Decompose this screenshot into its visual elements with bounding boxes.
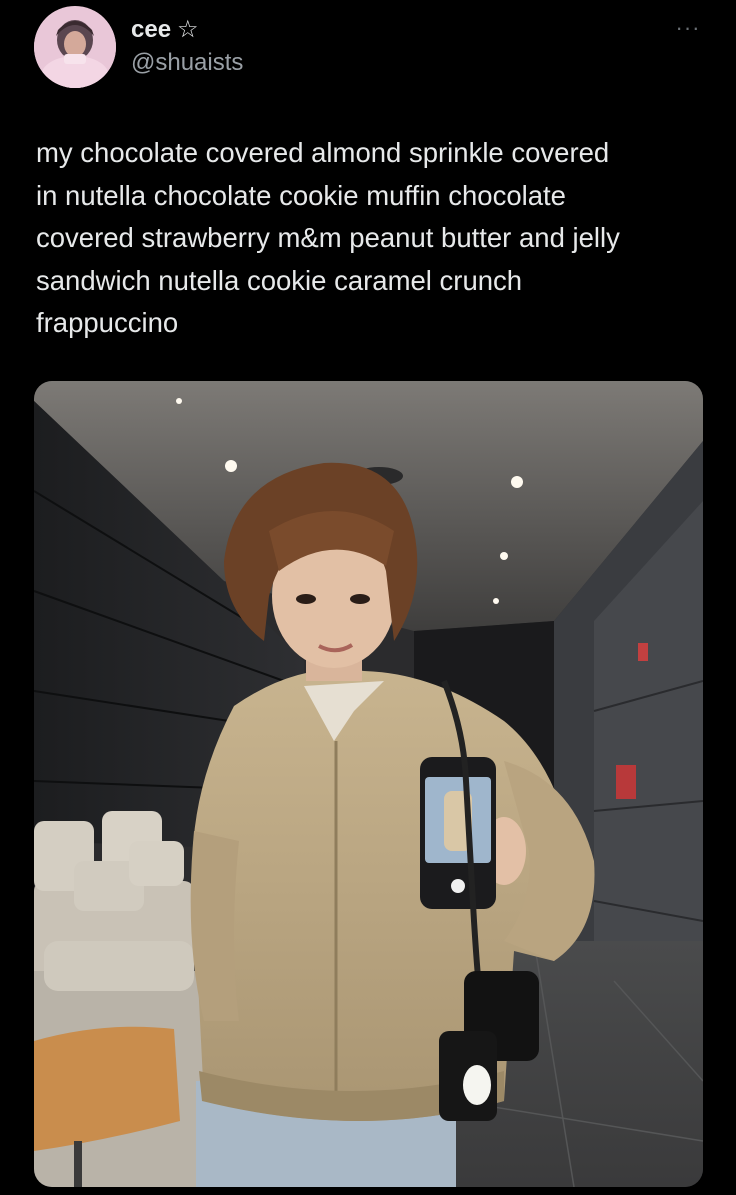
more-options-button[interactable]: ···	[666, 15, 710, 40]
more-icon: ···	[675, 15, 701, 40]
avatar-image	[34, 6, 116, 88]
tweet-text: my chocolate covered almond sprinkle cov…	[36, 137, 620, 338]
avatar[interactable]	[34, 6, 116, 88]
tweet-photo[interactable]	[34, 381, 703, 1187]
author-handle[interactable]: @shuaists	[131, 48, 243, 78]
photo-image	[34, 381, 703, 1187]
author-name-row: cee ☆	[131, 14, 199, 46]
star-outline-icon: ☆	[177, 16, 199, 43]
display-name[interactable]: cee	[131, 14, 171, 46]
tweet: cee ☆ @shuaists ··· my chocolate covered…	[0, 0, 736, 1195]
